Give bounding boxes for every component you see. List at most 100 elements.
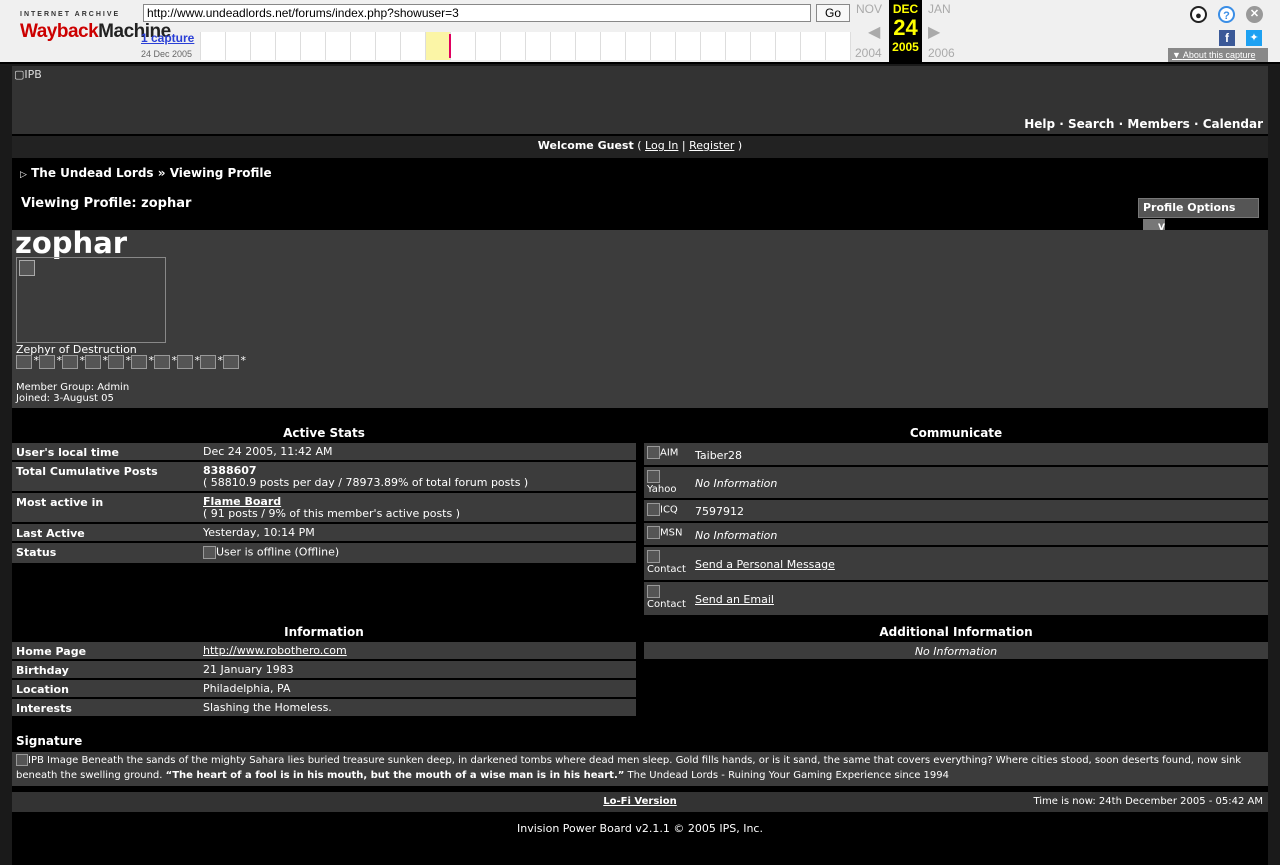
rank-pip-icon <box>85 354 108 369</box>
stat-label: Last Active <box>16 527 85 540</box>
breadcrumb-arrow-icon: ▷ <box>20 170 27 180</box>
timeline-month-cell[interactable] <box>651 32 676 60</box>
current-year: 2005 <box>892 40 919 54</box>
next-month[interactable]: JAN <box>928 2 951 16</box>
timeline-month-cell[interactable] <box>226 32 251 60</box>
signature-image-icon <box>16 754 28 766</box>
info-row-homepage: Home Page http://www.robothero.com <box>12 642 636 661</box>
rank-pip-icon <box>39 354 62 369</box>
help-icon[interactable]: ? <box>1218 6 1235 23</box>
timeline-month-cell[interactable] <box>826 32 851 60</box>
rank-pip-icon <box>154 354 177 369</box>
stat-row-local-time: User's local time Dec 24 2005, 11:42 AM <box>12 443 636 462</box>
timeline-month-cell[interactable] <box>576 32 601 60</box>
timeline-month-cell[interactable] <box>726 32 751 60</box>
send-pm-link[interactable]: Send a Personal Message <box>695 558 835 571</box>
profile-username: zophar <box>15 226 128 260</box>
timeline-month-cell[interactable] <box>601 32 626 60</box>
signature-tagline: The Undead Lords - Ruining Your Gaming E… <box>627 770 950 781</box>
timeline-month-cell[interactable] <box>301 32 326 60</box>
timeline-month-cell[interactable] <box>276 32 301 60</box>
timeline-month-cell[interactable] <box>701 32 726 60</box>
nav-calendar[interactable]: Calendar <box>1203 117 1263 131</box>
breadcrumb: ▷ The Undead Lords » Viewing Profile <box>12 162 1268 186</box>
rank-pip-icon <box>108 354 131 369</box>
contact-row-msn: MSN No Information <box>644 523 1268 547</box>
about-capture-link[interactable]: ▼ About this capture <box>1168 48 1268 62</box>
status-text: User is offline (Offline) <box>216 545 340 559</box>
profile-options-button[interactable]: Profile Options V <box>1138 198 1259 233</box>
url-input[interactable]: http://www.undeadlords.net/forums/index.… <box>143 4 811 22</box>
yahoo-value: No Information <box>695 477 778 490</box>
timeline-month-cell[interactable] <box>376 32 401 60</box>
breadcrumb-home[interactable]: The Undead Lords <box>31 166 153 180</box>
board-logo[interactable]: ▢IPB <box>14 68 42 81</box>
prev-month[interactable]: NOV <box>856 2 882 16</box>
captures-link[interactable]: 1 capture <box>141 31 194 45</box>
homepage-link[interactable]: http://www.robothero.com <box>203 644 347 657</box>
timeline-month-cell[interactable] <box>351 32 376 60</box>
profile-options-label: Profile Options <box>1143 201 1236 214</box>
stat-label: Total Cumulative Posts <box>16 465 158 478</box>
posts-detail: ( 58810.9 posts per day / 78973.89% of t… <box>203 476 529 489</box>
stat-value: Dec 24 2005, 11:42 AM <box>203 445 333 458</box>
signature-image-alt: IPB Image <box>28 755 79 766</box>
facebook-icon[interactable]: f <box>1219 30 1235 46</box>
icq-icon: ICQ <box>647 503 678 517</box>
nav-help[interactable]: Help <box>1024 117 1055 131</box>
nav-search[interactable]: Search <box>1068 117 1114 131</box>
about-capture-label: About this capture <box>1182 50 1256 60</box>
timeline-month-cell[interactable] <box>751 32 776 60</box>
contact-row-pm: Contact Send a Personal Message <box>644 547 1268 582</box>
avatar <box>16 257 166 343</box>
login-link[interactable]: Log In <box>645 139 678 152</box>
send-email-link[interactable]: Send an Email <box>695 593 774 606</box>
additional-info-row: No Information <box>644 642 1268 661</box>
board-logo-strip: ▢IPB <box>12 66 1268 116</box>
timeline-month-cell[interactable] <box>776 32 801 60</box>
msn-icon: MSN <box>647 526 682 540</box>
contact-row-aim: AIM Taiber28 <box>644 443 1268 467</box>
contact-icon: Contact <box>647 550 686 576</box>
next-year[interactable]: 2006 <box>928 46 955 60</box>
timeline-highlight <box>426 32 450 60</box>
timeline-month-cell[interactable] <box>501 32 526 60</box>
timeline-month-cell[interactable] <box>551 32 576 60</box>
timeline-capture-mark[interactable] <box>449 34 451 58</box>
wayback-toolbar: INTERNET ARCHIVE WaybackMachine http://w… <box>0 0 1280 64</box>
current-month: DEC <box>892 2 919 16</box>
stat-row-posts: Total Cumulative Posts 8388607( 58810.9 … <box>12 462 636 493</box>
close-icon[interactable]: ✕ <box>1246 6 1263 23</box>
current-date-box: DEC 24 2005 <box>889 0 922 62</box>
current-day: 24 <box>893 15 918 40</box>
timeline-month-cell[interactable] <box>801 32 826 60</box>
timeline-month-cell[interactable] <box>401 32 426 60</box>
twitter-icon[interactable]: ✦ <box>1246 30 1262 46</box>
communicate-header: Communicate <box>644 423 1268 441</box>
timeline-month-cell[interactable] <box>201 32 226 60</box>
timeline-month-cell[interactable] <box>451 32 476 60</box>
timeline-month-cell[interactable] <box>676 32 701 60</box>
prev-arrow-icon[interactable]: ◀ <box>868 22 880 42</box>
next-arrow-icon[interactable]: ▶ <box>928 22 940 42</box>
lofi-link[interactable]: Lo-Fi Version <box>603 796 676 807</box>
user-icon[interactable]: ● <box>1190 6 1207 23</box>
profile-summary: zophar Zephyr of Destruction Member Grou… <box>12 226 1268 408</box>
board-logo-alt: IPB <box>24 68 42 81</box>
capture-timeline[interactable] <box>200 32 851 60</box>
nav-members[interactable]: Members <box>1127 117 1189 131</box>
forum-page: ▢IPB Help · Search · Members · Calendar … <box>12 66 1268 865</box>
timeline-month-cell[interactable] <box>326 32 351 60</box>
additional-info-header: Additional Information <box>644 622 1268 640</box>
register-link[interactable]: Register <box>689 139 734 152</box>
timeline-month-cell[interactable] <box>626 32 651 60</box>
timeline-month-cell[interactable] <box>526 32 551 60</box>
stat-label: Most active in <box>16 496 104 509</box>
top-nav: Help · Search · Members · Calendar <box>12 116 1268 134</box>
timeline-month-cell[interactable] <box>251 32 276 60</box>
nav-sep: · <box>1055 117 1069 131</box>
prev-year[interactable]: 2004 <box>855 46 882 60</box>
go-button[interactable]: Go <box>816 4 850 22</box>
stat-row-most-active: Most active in Flame Board( 91 posts / 9… <box>12 493 636 524</box>
timeline-month-cell[interactable] <box>476 32 501 60</box>
